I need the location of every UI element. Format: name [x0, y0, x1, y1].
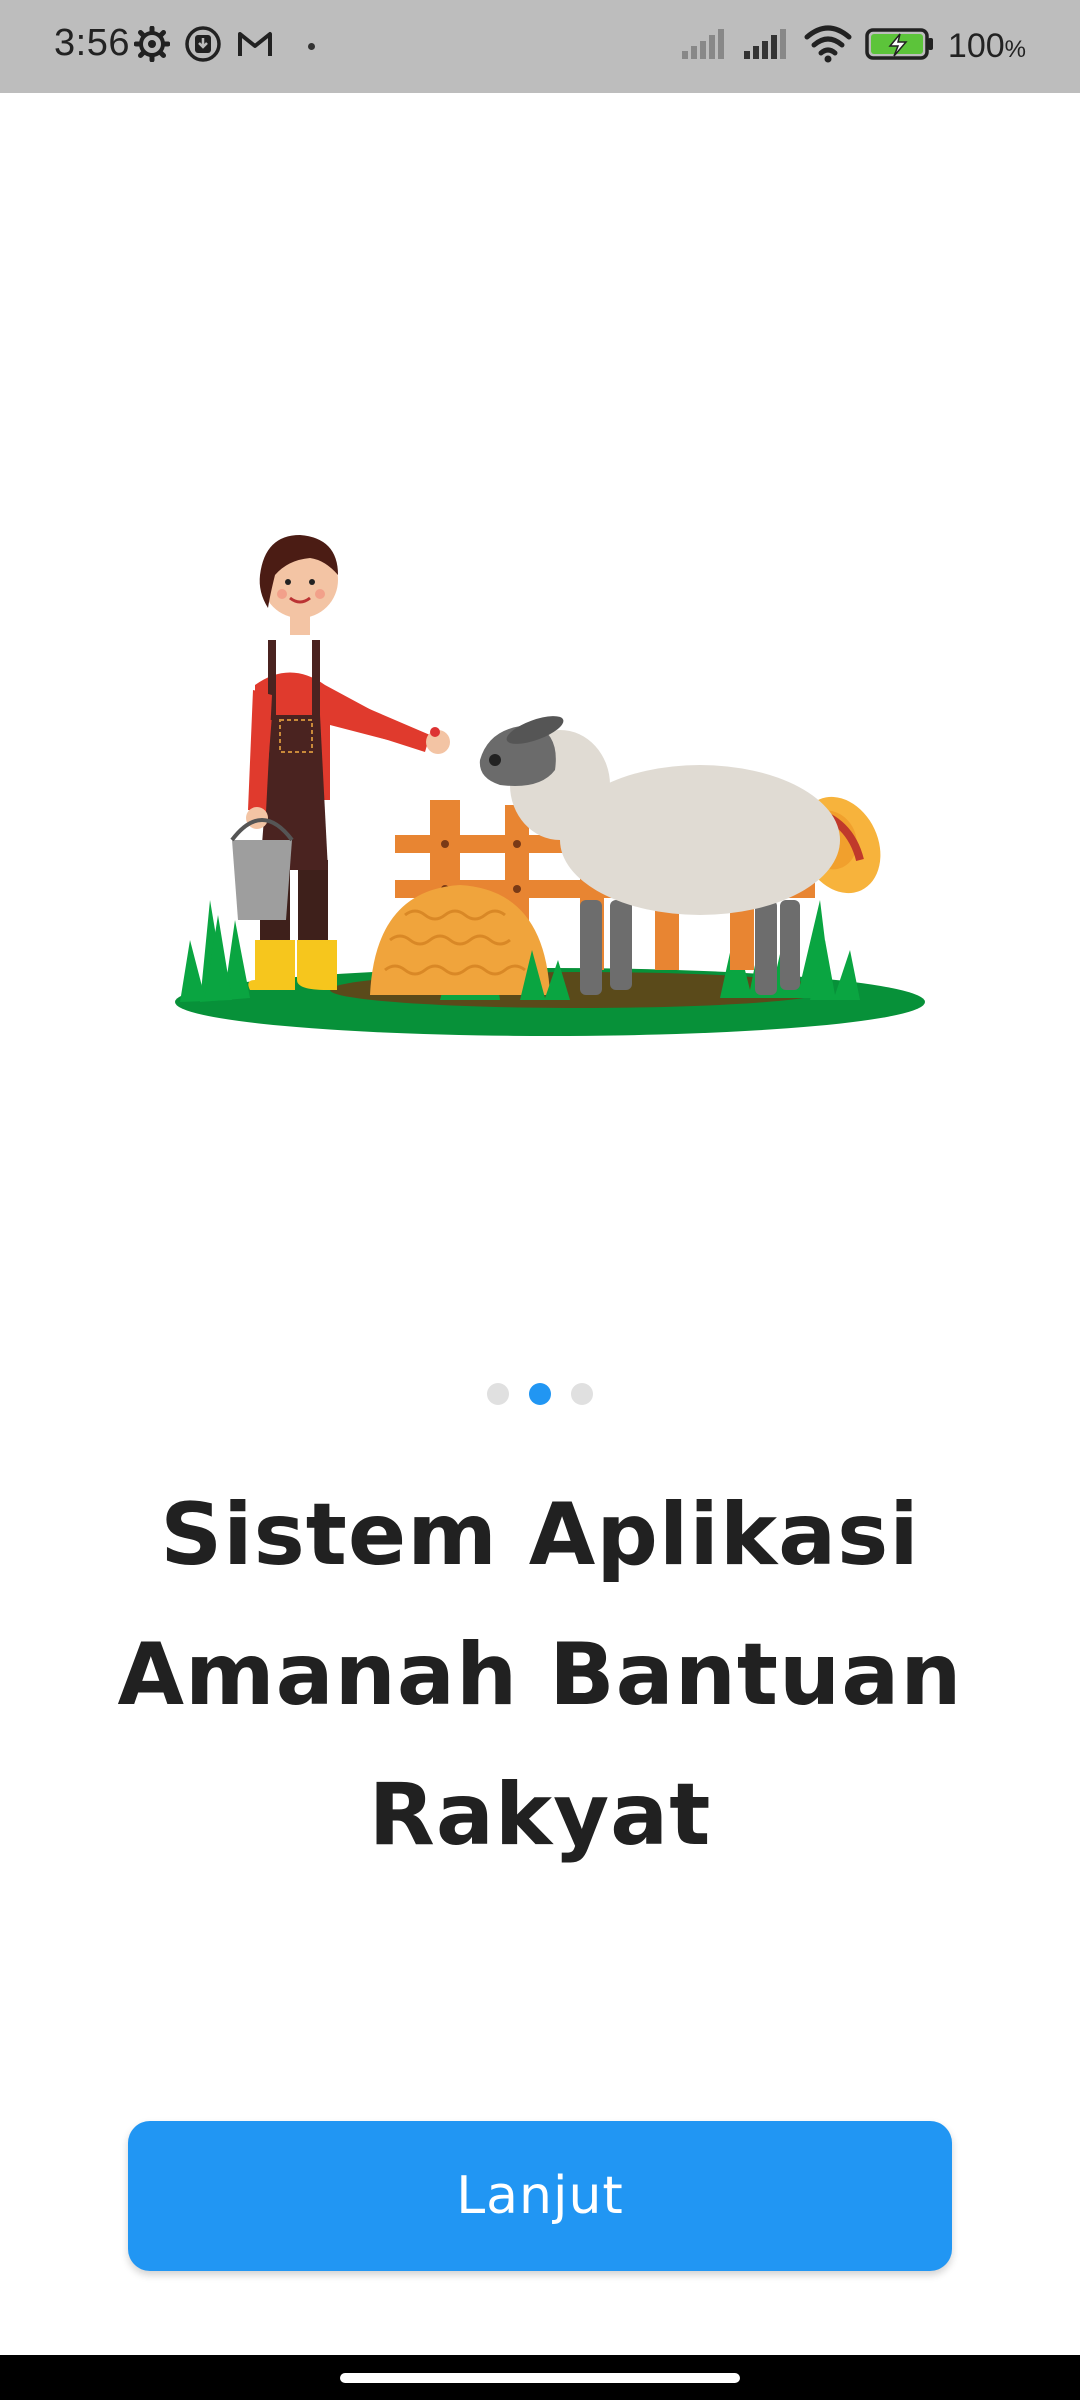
navigation-bar — [0, 2355, 1080, 2400]
battery-charging-icon — [864, 26, 936, 67]
more-notifications-dot — [308, 42, 315, 50]
settings-gear-icon — [133, 25, 171, 67]
status-time: 3:56 — [54, 22, 130, 64]
next-button[interactable]: Lanjut — [128, 2121, 952, 2271]
system-icons: 100% — [680, 18, 1026, 74]
signal-icon — [742, 27, 792, 66]
gmail-icon — [236, 28, 274, 65]
wifi-icon — [804, 25, 852, 68]
page-dot[interactable] — [487, 1383, 509, 1405]
onboarding-screen: 3:56 100% Sistem Aplikasi Amanah Bantuan… — [0, 0, 1080, 2400]
onboarding-title: Sistem Aplikasi Amanah Bantuan Rakyat — [117, 1485, 963, 1865]
page-dot[interactable] — [571, 1383, 593, 1405]
page-indicator — [0, 1383, 1080, 1407]
notification-icons — [133, 20, 315, 72]
signal-icon — [680, 27, 730, 66]
download-icon — [184, 25, 222, 68]
status-bar: 3:56 100% — [0, 0, 1080, 93]
home-indicator[interactable] — [340, 2373, 740, 2383]
farmer-sheep-illustration — [160, 520, 940, 1060]
page-dot-active[interactable] — [529, 1383, 551, 1405]
battery-level: 100% — [947, 26, 1026, 65]
